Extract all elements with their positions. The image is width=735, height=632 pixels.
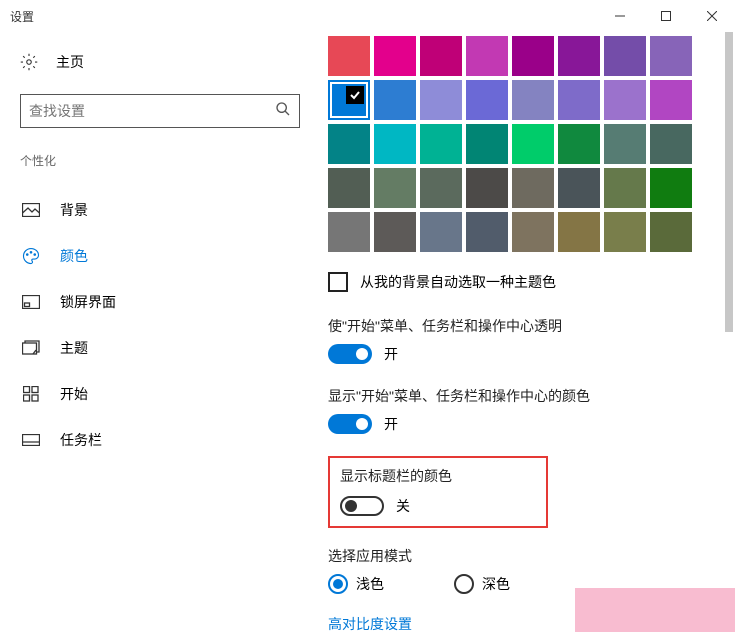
color-swatch[interactable] xyxy=(328,124,370,164)
titlebar-color-label: 显示标题栏的颜色 xyxy=(340,466,536,486)
color-swatch[interactable] xyxy=(604,80,646,120)
home-nav[interactable]: 主页 xyxy=(20,52,300,72)
maximize-button[interactable] xyxy=(643,0,689,32)
picture-icon xyxy=(22,203,40,217)
sidebar-item-lockscreen[interactable]: 锁屏界面 xyxy=(20,279,300,325)
color-swatch[interactable] xyxy=(558,212,600,252)
titlebar-color-toggle[interactable] xyxy=(340,496,384,516)
color-swatch[interactable] xyxy=(604,212,646,252)
radio-icon xyxy=(454,574,474,594)
color-swatch[interactable] xyxy=(650,80,692,120)
gear-icon xyxy=(20,53,38,71)
sidebar-item-themes[interactable]: 主题 xyxy=(20,325,300,371)
color-swatch[interactable] xyxy=(650,124,692,164)
color-swatch[interactable] xyxy=(558,168,600,208)
color-swatch[interactable] xyxy=(604,124,646,164)
color-swatch[interactable] xyxy=(650,168,692,208)
color-swatch[interactable] xyxy=(604,168,646,208)
titlebar-color-state: 关 xyxy=(396,496,410,516)
home-label: 主页 xyxy=(56,52,84,72)
lockscreen-icon xyxy=(22,295,40,309)
color-swatch[interactable] xyxy=(466,124,508,164)
color-swatch[interactable] xyxy=(328,212,370,252)
color-swatch[interactable] xyxy=(512,212,554,252)
palette-icon xyxy=(22,247,40,265)
window-title: 设置 xyxy=(10,8,597,25)
color-swatch[interactable] xyxy=(604,36,646,76)
color-swatch[interactable] xyxy=(374,168,416,208)
color-swatch[interactable] xyxy=(512,124,554,164)
window-controls xyxy=(597,0,735,32)
color-swatch[interactable] xyxy=(328,80,370,120)
color-swatch[interactable] xyxy=(466,168,508,208)
sidebar-item-label: 颜色 xyxy=(60,246,88,266)
color-swatch[interactable] xyxy=(650,36,692,76)
color-swatch[interactable] xyxy=(466,36,508,76)
search-box[interactable] xyxy=(20,94,300,128)
transparency-state: 开 xyxy=(384,344,398,364)
color-grid xyxy=(328,36,696,252)
transparency-toggle[interactable] xyxy=(328,344,372,364)
showcolor-label: 显示"开始"菜单、任务栏和操作中心的颜色 xyxy=(328,386,727,406)
themes-icon xyxy=(22,340,40,356)
color-swatch[interactable] xyxy=(374,36,416,76)
high-contrast-link[interactable]: 高对比度设置 xyxy=(328,614,412,632)
appmode-dark-label: 深色 xyxy=(482,574,510,594)
color-swatch[interactable] xyxy=(420,168,462,208)
color-swatch[interactable] xyxy=(512,80,554,120)
color-swatch[interactable] xyxy=(420,80,462,120)
color-swatch[interactable] xyxy=(374,124,416,164)
appmode-dark[interactable]: 深色 xyxy=(454,574,510,594)
close-button[interactable] xyxy=(689,0,735,32)
color-swatch[interactable] xyxy=(374,80,416,120)
auto-color-checkbox[interactable] xyxy=(328,272,348,292)
radio-icon xyxy=(328,574,348,594)
color-swatch[interactable] xyxy=(512,36,554,76)
search-icon xyxy=(275,101,291,122)
color-swatch[interactable] xyxy=(466,212,508,252)
sidebar-item-label: 开始 xyxy=(60,384,88,404)
auto-color-label: 从我的背景自动选取一种主题色 xyxy=(360,272,556,292)
sidebar-item-label: 任务栏 xyxy=(60,430,102,450)
watermark-block xyxy=(575,588,735,632)
color-swatch[interactable] xyxy=(466,80,508,120)
main-panel: 从我的背景自动选取一种主题色 使"开始"菜单、任务栏和操作中心透明 开 显示"开… xyxy=(320,32,735,632)
color-swatch[interactable] xyxy=(420,36,462,76)
titlebar-color-highlight: 显示标题栏的颜色 关 xyxy=(328,456,548,528)
sidebar-item-start[interactable]: 开始 xyxy=(20,371,300,417)
color-swatch[interactable] xyxy=(650,212,692,252)
color-swatch[interactable] xyxy=(328,36,370,76)
sidebar-item-label: 锁屏界面 xyxy=(60,292,116,312)
search-input[interactable] xyxy=(29,103,275,119)
color-swatch[interactable] xyxy=(558,80,600,120)
appmode-light-label: 浅色 xyxy=(356,574,384,594)
sidebar: 主页 个性化 背景 颜色 锁屏界面 主题 开始 任务栏 xyxy=(0,32,320,632)
color-swatch[interactable] xyxy=(328,168,370,208)
sidebar-item-label: 主题 xyxy=(60,338,88,358)
appmode-light[interactable]: 浅色 xyxy=(328,574,384,594)
check-icon xyxy=(346,86,364,104)
color-swatch[interactable] xyxy=(512,168,554,208)
sidebar-item-colors[interactable]: 颜色 xyxy=(20,233,300,279)
sidebar-item-label: 背景 xyxy=(60,200,88,220)
sidebar-item-taskbar[interactable]: 任务栏 xyxy=(20,417,300,463)
appmode-label: 选择应用模式 xyxy=(328,546,727,566)
transparency-label: 使"开始"菜单、任务栏和操作中心透明 xyxy=(328,316,727,336)
minimize-button[interactable] xyxy=(597,0,643,32)
sidebar-item-background[interactable]: 背景 xyxy=(20,187,300,233)
color-swatch[interactable] xyxy=(420,124,462,164)
start-icon xyxy=(22,386,40,402)
showcolor-state: 开 xyxy=(384,414,398,434)
color-swatch[interactable] xyxy=(374,212,416,252)
auto-color-row[interactable]: 从我的背景自动选取一种主题色 xyxy=(328,272,727,292)
taskbar-icon xyxy=(22,434,40,446)
color-swatch[interactable] xyxy=(558,36,600,76)
scrollbar[interactable] xyxy=(725,32,733,332)
category-label: 个性化 xyxy=(20,152,300,169)
titlebar: 设置 xyxy=(0,0,735,32)
color-swatch[interactable] xyxy=(558,124,600,164)
color-swatch[interactable] xyxy=(420,212,462,252)
showcolor-toggle[interactable] xyxy=(328,414,372,434)
